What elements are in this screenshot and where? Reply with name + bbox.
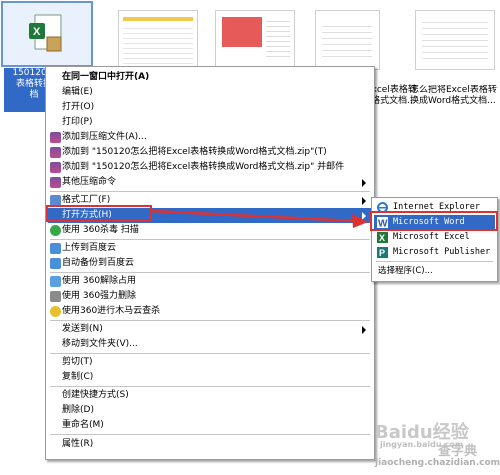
- menu-item-upload-baidu[interactable]: 上传到百度云: [48, 241, 372, 256]
- file-item[interactable]: [118, 10, 198, 70]
- svg-text:X: X: [33, 26, 41, 38]
- submenu-item-microsoft-publisher[interactable]: P Microsoft Publisher: [374, 245, 495, 260]
- menu-item-cut[interactable]: 剪切(T): [48, 355, 372, 370]
- excel-file-icon: X: [29, 14, 62, 52]
- menu-item-copy[interactable]: 复制(C): [48, 370, 372, 385]
- open-with-submenu: Internet Explorer W Microsoft Word X Mic…: [371, 197, 498, 282]
- baidu-cloud-icon: [50, 258, 61, 269]
- submenu-item-microsoft-excel[interactable]: X Microsoft Excel: [374, 230, 495, 245]
- context-menu: 在同一窗口中打开(A) 编辑(E) 打开(O) 打印(P) 添加到压缩文件(A)…: [45, 66, 375, 460]
- baidu-cloud-icon: [50, 243, 61, 254]
- submenu-item-choose-program[interactable]: 选择程序(C)...: [374, 264, 495, 279]
- chevron-right-icon: [362, 197, 366, 205]
- menu-separator: [50, 353, 370, 354]
- file-item[interactable]: [215, 10, 295, 70]
- menu-item-360-delete[interactable]: 使用 360强力删除: [48, 289, 372, 304]
- menu-item-backup-baidu[interactable]: 自动备份到百度云: [48, 256, 372, 271]
- menu-separator: [50, 239, 370, 240]
- menu-item-create-shortcut[interactable]: 创建快捷方式(S): [48, 388, 372, 403]
- publisher-icon: P: [377, 247, 388, 258]
- menu-item-360-unlock[interactable]: 使用 360解除占用: [48, 274, 372, 289]
- file-item[interactable]: [415, 10, 495, 70]
- menu-separator: [50, 320, 370, 321]
- menu-item-print[interactable]: 打印(P): [48, 115, 372, 130]
- menu-item-delete[interactable]: 删除(D): [48, 403, 372, 418]
- file-name-label: 怎么把将Excel表格转换成Word格式文档...: [410, 85, 497, 106]
- 360-antivirus-icon: [50, 225, 61, 236]
- annotation-box-open-with: [46, 205, 152, 222]
- menu-item-add-to-zip-email[interactable]: 添加到 "150120怎么把将Excel表格转换成Word格式文档.zip" 并…: [48, 160, 372, 175]
- menu-separator: [50, 434, 370, 435]
- menu-item-add-to-zip[interactable]: 添加到 "150120怎么把将Excel表格转换成Word格式文档.zip"(T…: [48, 145, 372, 160]
- svg-text:P: P: [379, 248, 385, 258]
- watermark-badge: 查字典: [438, 444, 478, 459]
- chevron-right-icon: [362, 326, 366, 334]
- file-thumbnail: X: [1, 1, 93, 67]
- menu-item-add-to-archive[interactable]: 添加到压缩文件(A)...: [48, 130, 372, 145]
- menu-item-open[interactable]: 打开(O): [48, 100, 372, 115]
- winrar-icon: [50, 177, 61, 188]
- chevron-right-icon: [362, 179, 366, 187]
- 360-delete-icon: [50, 291, 61, 302]
- menu-item-open-same-window[interactable]: 在同一窗口中打开(A): [48, 70, 372, 85]
- winrar-icon: [50, 147, 61, 158]
- menu-separator: [50, 272, 370, 273]
- menu-separator: [376, 261, 493, 262]
- annotation-box-word: [370, 211, 498, 231]
- menu-separator: [50, 191, 370, 192]
- file-item[interactable]: [315, 10, 380, 70]
- winrar-icon: [50, 132, 61, 143]
- menu-item-rename[interactable]: 重命名(M): [48, 418, 372, 433]
- menu-item-properties[interactable]: 属性(R): [48, 437, 372, 452]
- winrar-icon: [50, 162, 61, 173]
- annotation-arrow: [151, 209, 368, 228]
- watermark-site2: jiaocheng.chazidian.com: [375, 458, 500, 468]
- 360-unlock-icon: [50, 276, 61, 287]
- menu-item-360-trojan[interactable]: 使用360进行木马云查杀: [48, 304, 372, 319]
- menu-item-edit[interactable]: 编辑(E): [48, 85, 372, 100]
- menu-item-send-to[interactable]: 发送到(N): [48, 322, 372, 337]
- svg-text:X: X: [379, 233, 385, 243]
- 360-trojan-icon: [50, 306, 61, 317]
- menu-separator: [50, 386, 370, 387]
- menu-item-move-to-folder[interactable]: 移动到文件夹(V)...: [48, 337, 372, 352]
- menu-item-other-compress[interactable]: 其他压缩命令: [48, 175, 372, 190]
- excel-icon: X: [377, 232, 388, 243]
